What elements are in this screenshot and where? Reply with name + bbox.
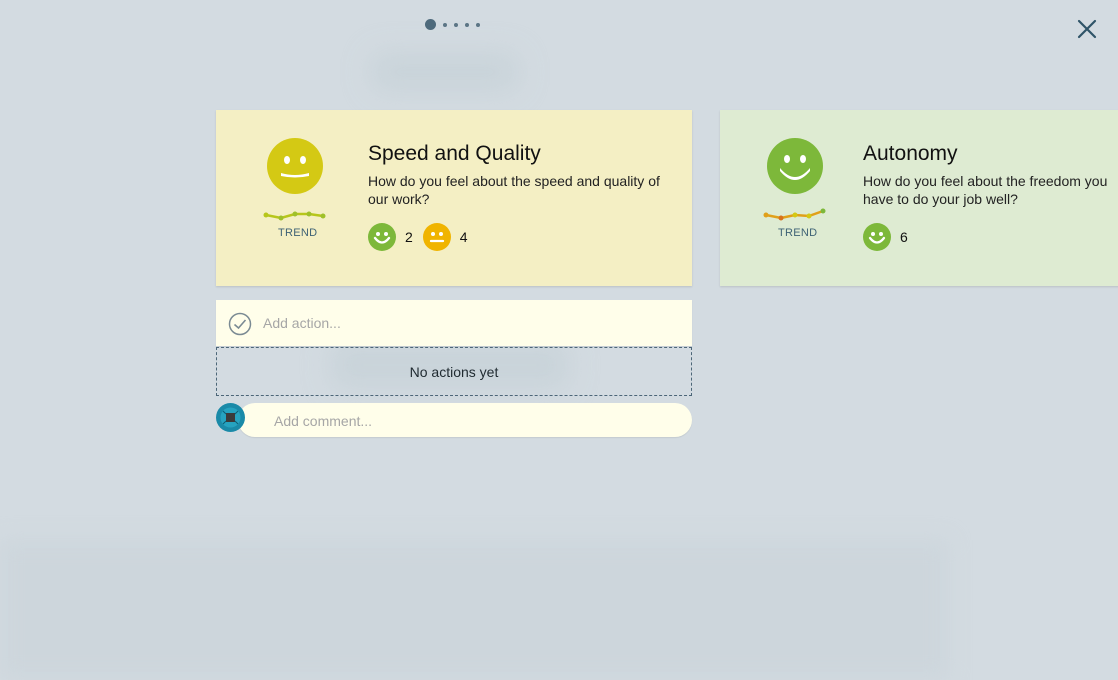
add-action-placeholder: Add action... [263,315,341,331]
trend-label: TREND [778,227,818,239]
close-button[interactable] [1076,18,1098,40]
happy-smiley-icon [767,138,823,194]
card-question: How do you feel about the freedom you ha… [863,173,1108,207]
comment-row: Add comment... [216,402,692,437]
trend-label: TREND [278,227,318,239]
trend-sparkline [763,208,826,221]
close-icon [1077,19,1097,39]
vote-neutral: 4 [422,223,468,251]
vote-happy: 6 [863,223,908,251]
card-title: Speed and Quality [368,142,541,165]
pager-dot[interactable] [454,22,458,27]
add-action-input[interactable]: Add action... [216,300,692,346]
vote-summary: 2 4 [368,223,468,251]
user-avatar[interactable] [216,403,245,432]
vote-count: 6 [900,229,908,245]
pager-dot[interactable] [443,22,447,27]
trend-sparkline [263,211,326,221]
vote-count: 2 [405,229,413,245]
check-circle-icon [228,312,252,336]
card-title: Autonomy [863,142,958,165]
vote-happy: 2 [368,223,413,251]
no-actions-message: No actions yet [216,347,692,396]
vote-summary: 6 [863,223,908,251]
card-question: How do you feel about the speed and qual… [368,173,660,207]
pager-dot[interactable] [476,22,480,27]
pager-dot-active[interactable] [425,19,436,30]
vote-count: 4 [459,229,468,245]
add-comment-placeholder: Add comment... [274,413,373,429]
background-blur [370,52,520,92]
neutral-happy-smiley-icon [267,138,323,194]
add-comment-input[interactable]: Add comment... [238,403,692,437]
question-card-speed-quality[interactable]: TREND Speed and Quality How do you feel … [216,110,692,286]
happy-smiley-icon [368,223,396,251]
pager-dot[interactable] [465,22,469,27]
question-card-autonomy[interactable]: TREND Autonomy How do you feel about the… [720,110,1118,286]
carousel-pager [425,19,480,30]
neutral-smiley-icon [422,223,451,251]
background-blur [0,540,948,680]
happy-smiley-icon [863,223,891,251]
